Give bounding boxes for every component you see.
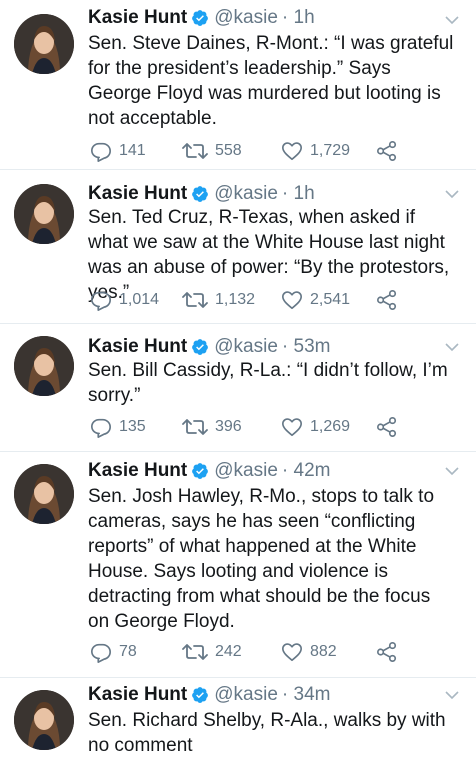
reply-button[interactable]: 135 <box>90 413 146 441</box>
author-name[interactable]: Kasie Hunt <box>88 336 187 358</box>
tweet-timestamp[interactable]: · 42m <box>282 460 331 482</box>
reply-count: 141 <box>119 142 146 159</box>
tweet[interactable]: Kasie Hunt @kasie · 1h Sen. Steve Daines… <box>0 0 476 170</box>
like-button[interactable]: 2,541 <box>281 286 350 314</box>
heart-icon <box>282 643 302 662</box>
reply-count: 135 <box>119 418 146 435</box>
chevron-down-icon[interactable] <box>444 465 460 477</box>
chevron-down-icon[interactable] <box>444 341 460 353</box>
verified-badge-icon <box>192 186 209 202</box>
author-name[interactable]: Kasie Hunt <box>88 183 187 205</box>
author-handle[interactable]: @kasie <box>214 336 278 358</box>
tweet-text: Sen. Bill Cassidy, R-La.: “I didn’t foll… <box>88 360 448 406</box>
verified-badge-icon <box>192 10 209 26</box>
heart-icon <box>282 418 302 437</box>
like-button[interactable]: 1,269 <box>281 413 350 441</box>
retweet-count: 242 <box>215 643 242 660</box>
chevron-down-icon[interactable] <box>444 188 460 200</box>
author-handle[interactable]: @kasie <box>214 183 278 205</box>
verified-badge-icon <box>192 463 209 479</box>
avatar[interactable] <box>14 14 74 74</box>
tweet-timestamp[interactable]: · 1h <box>282 7 315 29</box>
verified-badge-icon <box>192 687 209 703</box>
tweet-actions: 1,014 1,132 2,541 <box>88 286 456 314</box>
like-count: 2,541 <box>310 291 351 308</box>
avatar[interactable] <box>14 184 74 244</box>
share-button[interactable] <box>376 286 398 314</box>
retweet-button[interactable]: 396 <box>182 413 242 441</box>
retweet-icon <box>182 419 208 435</box>
tweet-text: Sen. Steve Daines, R-Mont.: “I was grate… <box>88 33 454 129</box>
retweet-count: 396 <box>215 418 242 435</box>
tweet-timestamp[interactable]: · 53m <box>282 336 331 358</box>
heart-icon <box>282 142 302 161</box>
retweet-button[interactable]: 242 <box>182 638 242 666</box>
share-icon <box>377 141 397 161</box>
retweet-count: 1,132 <box>215 291 256 308</box>
retweet-icon <box>182 644 208 660</box>
avatar[interactable] <box>14 690 74 750</box>
chevron-down-icon[interactable] <box>444 689 460 701</box>
reply-icon <box>91 418 111 438</box>
like-button[interactable]: 1,729 <box>281 137 350 165</box>
like-count: 1,269 <box>310 418 351 435</box>
author-name[interactable]: Kasie Hunt <box>88 460 187 482</box>
reply-icon <box>91 291 111 311</box>
retweet-button[interactable]: 558 <box>182 137 242 165</box>
retweet-icon <box>182 143 208 159</box>
author-name[interactable]: Kasie Hunt <box>88 684 187 706</box>
like-count: 882 <box>310 643 337 660</box>
tweet[interactable]: Kasie Hunt @kasie · 34m Sen. Richard She… <box>0 678 476 756</box>
chevron-down-icon[interactable] <box>444 14 460 26</box>
reply-button[interactable]: 1,014 <box>90 286 159 314</box>
like-button[interactable]: 882 <box>281 638 337 666</box>
share-icon <box>377 642 397 662</box>
tweet[interactable]: Kasie Hunt @kasie · 42m Sen. Josh Hawley… <box>0 452 476 678</box>
share-icon <box>377 417 397 437</box>
author-handle[interactable]: @kasie <box>214 684 278 706</box>
retweet-button[interactable]: 1,132 <box>182 286 255 314</box>
reply-icon <box>91 142 111 162</box>
tweet-text: Sen. Richard Shelby, R-Ala., walks by wi… <box>88 710 446 756</box>
author-handle[interactable]: @kasie <box>214 460 278 482</box>
tweet-timestamp[interactable]: · 34m <box>282 684 331 706</box>
tweet-actions: 141 558 1,729 <box>88 137 456 165</box>
tweet[interactable]: Kasie Hunt @kasie · 1h Sen. Ted Cruz, R-… <box>0 170 476 324</box>
reply-icon <box>91 643 111 663</box>
avatar[interactable] <box>14 336 74 396</box>
share-button[interactable] <box>376 413 398 441</box>
tweet-text: Sen. Josh Hawley, R-Mo., stops to talk t… <box>88 486 435 632</box>
share-button[interactable] <box>376 638 398 666</box>
tweet[interactable]: Kasie Hunt @kasie · 53m Sen. Bill Cassid… <box>0 324 476 452</box>
tweet-actions: 78 242 882 <box>88 638 456 666</box>
author-name[interactable]: Kasie Hunt <box>88 7 187 29</box>
share-button[interactable] <box>376 137 398 165</box>
avatar[interactable] <box>14 464 74 524</box>
retweet-count: 558 <box>215 142 242 159</box>
tweet-timestamp[interactable]: · 1h <box>282 183 315 205</box>
tweet-actions: 135 396 1,269 <box>88 413 456 441</box>
share-icon <box>377 290 397 310</box>
reply-button[interactable]: 78 <box>90 638 137 666</box>
author-handle[interactable]: @kasie <box>214 7 278 29</box>
heart-icon <box>282 291 302 310</box>
like-count: 1,729 <box>310 142 351 159</box>
reply-count: 1,014 <box>119 291 160 308</box>
reply-count: 78 <box>119 643 137 660</box>
reply-button[interactable]: 141 <box>90 137 146 165</box>
verified-badge-icon <box>192 339 209 355</box>
retweet-icon <box>182 292 208 308</box>
